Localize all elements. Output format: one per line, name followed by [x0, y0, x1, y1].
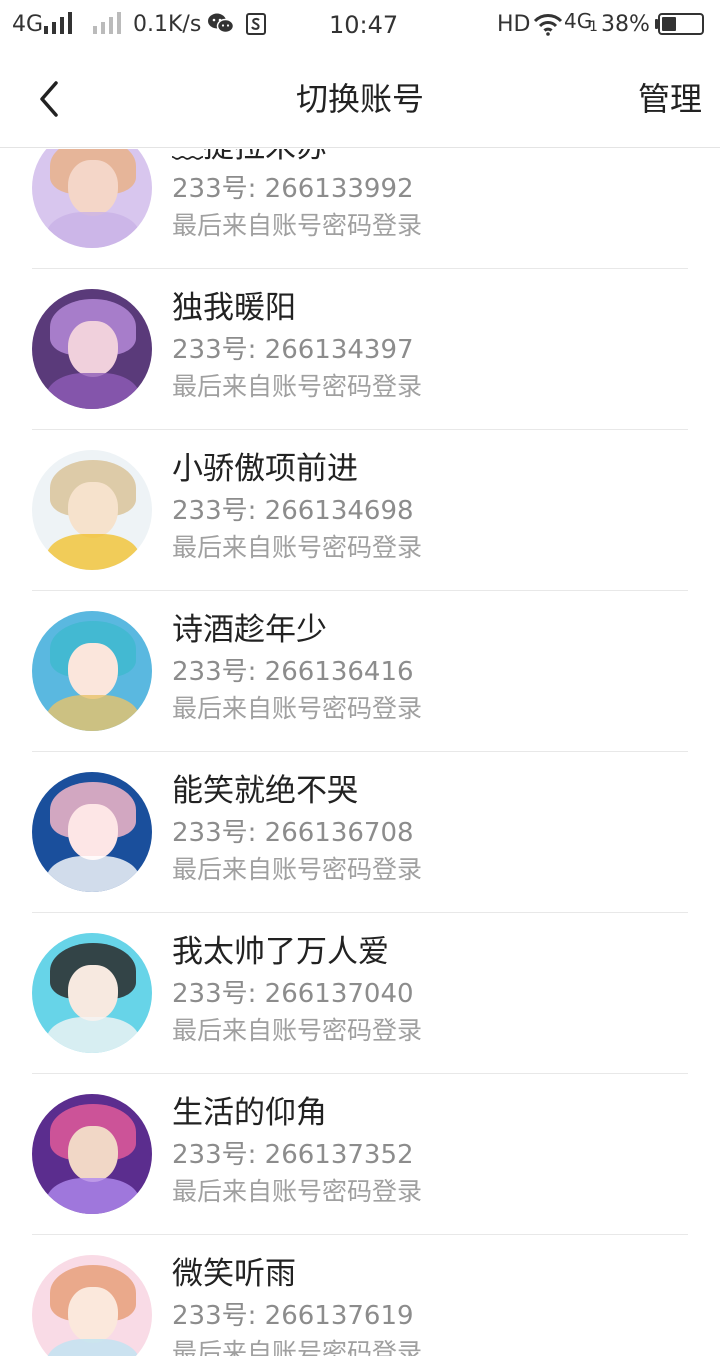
avatar-body	[46, 212, 140, 248]
page-title: 切换账号	[295, 80, 424, 118]
account-login-note: 最后来自账号密码登录	[172, 1016, 423, 1045]
status-bar: 4G 0.1K/s 10:47 HD 4G 1 38%	[0, 0, 720, 50]
account-id-value: 266137352	[264, 1140, 414, 1170]
avatar-face	[68, 1126, 118, 1182]
avatar	[32, 611, 152, 731]
account-id: 233号: 266137619	[172, 1298, 414, 1334]
account-name: 小骄傲项前进	[172, 451, 358, 487]
account-id-label: 233号:	[172, 657, 257, 687]
battery-level-fill	[662, 17, 677, 31]
account-id: 233号: 266134397	[172, 332, 414, 368]
account-login-note: 最后来自账号密码登录	[172, 211, 423, 240]
wifi-icon	[533, 12, 563, 36]
signal-icon	[44, 12, 74, 34]
account-item[interactable]: 微笑听雨 233号: 266137619 最后来自账号密码登录	[0, 1235, 720, 1356]
battery-percent: 38%	[601, 12, 650, 37]
account-id-value: 266136708	[264, 818, 414, 848]
account-item[interactable]: 小骄傲项前进 233号: 266134698 最后来自账号密码登录	[0, 430, 720, 591]
account-name: 我太帅了万人爱	[172, 934, 389, 970]
account-list-content: ﹏提拉米苏 233号: 266133992 最后来自账号密码登录 独我暖阳 23…	[0, 149, 720, 1356]
avatar-body	[46, 1017, 140, 1053]
signal-icon-dim	[93, 12, 123, 34]
network-speed: 0.1K/s	[133, 12, 202, 37]
manage-button[interactable]: 管理	[638, 50, 702, 148]
account-login-note: 最后来自账号密码登录	[172, 533, 423, 562]
account-name: 能笑就绝不哭	[172, 773, 358, 809]
account-item[interactable]: 生活的仰角 233号: 266137352 最后来自账号密码登录	[0, 1074, 720, 1235]
avatar-face	[68, 160, 118, 216]
avatar	[32, 450, 152, 570]
sim-index: 1	[589, 19, 598, 35]
account-item[interactable]: 独我暖阳 233号: 266134397 最后来自账号密码登录	[0, 269, 720, 430]
avatar	[32, 772, 152, 892]
account-item[interactable]: 我太帅了万人爱 233号: 266137040 最后来自账号密码登录	[0, 913, 720, 1074]
account-list[interactable]: ﹏提拉米苏 233号: 266133992 最后来自账号密码登录 独我暖阳 23…	[0, 149, 720, 1356]
account-id: 233号: 266137040	[172, 976, 414, 1012]
account-id: 233号: 266133992	[172, 171, 414, 207]
account-id-value: 266134397	[264, 335, 414, 365]
account-login-note: 最后来自账号密码登录	[172, 1177, 423, 1206]
account-name: ﹏提拉米苏	[172, 149, 327, 168]
account-id: 233号: 266137352	[172, 1137, 414, 1173]
account-id-value: 266137619	[264, 1301, 414, 1331]
avatar-body	[46, 373, 140, 409]
account-name: 诗酒趁年少	[172, 612, 327, 648]
account-id-label: 233号:	[172, 1140, 257, 1170]
avatar	[32, 933, 152, 1053]
clock: 10:47	[329, 11, 399, 39]
account-login-note: 最后来自账号密码登录	[172, 694, 423, 723]
account-item[interactable]: ﹏提拉米苏 233号: 266133992 最后来自账号密码登录	[0, 149, 720, 269]
avatar-face	[68, 643, 118, 699]
avatar	[32, 289, 152, 409]
chevron-left-icon	[40, 81, 58, 117]
account-id-label: 233号:	[172, 979, 257, 1009]
account-id-label: 233号:	[172, 335, 257, 365]
avatar-face	[68, 804, 118, 860]
account-id-label: 233号:	[172, 818, 257, 848]
nav-bar: 切换账号 管理	[0, 50, 720, 148]
account-name: 独我暖阳	[172, 290, 296, 326]
account-id-label: 233号:	[172, 174, 257, 204]
battery-icon	[658, 13, 704, 35]
avatar	[32, 1255, 152, 1356]
hd-indicator: HD	[497, 12, 531, 37]
avatar-body	[46, 534, 140, 570]
account-id: 233号: 266134698	[172, 493, 414, 529]
account-id-value: 266136416	[264, 657, 414, 687]
account-item[interactable]: 能笑就绝不哭 233号: 266136708 最后来自账号密码登录	[0, 752, 720, 913]
network-type: 4G	[12, 12, 44, 37]
account-name: 微笑听雨	[172, 1256, 296, 1292]
back-button[interactable]	[28, 72, 78, 126]
wechat-icon	[207, 12, 235, 36]
avatar-face	[68, 1287, 118, 1343]
avatar	[32, 149, 152, 248]
avatar-body	[46, 695, 140, 731]
avatar	[32, 1094, 152, 1214]
app-s-icon	[246, 13, 266, 35]
avatar-face	[68, 321, 118, 377]
account-login-note: 最后来自账号密码登录	[172, 1338, 423, 1356]
avatar-body	[46, 856, 140, 892]
account-id-value: 266134698	[264, 496, 414, 526]
account-item[interactable]: 诗酒趁年少 233号: 266136416 最后来自账号密码登录	[0, 591, 720, 752]
account-login-note: 最后来自账号密码登录	[172, 372, 423, 401]
avatar-body	[46, 1178, 140, 1214]
account-id: 233号: 266136708	[172, 815, 414, 851]
account-name: 生活的仰角	[172, 1095, 327, 1131]
account-id-value: 266137040	[264, 979, 414, 1009]
avatar-face	[68, 482, 118, 538]
avatar-face	[68, 965, 118, 1021]
account-id-value: 266133992	[264, 174, 414, 204]
avatar-body	[46, 1339, 140, 1356]
account-id-label: 233号:	[172, 1301, 257, 1331]
network-type-2: 4G	[564, 9, 593, 33]
account-id: 233号: 266136416	[172, 654, 414, 690]
account-login-note: 最后来自账号密码登录	[172, 855, 423, 884]
account-id-label: 233号:	[172, 496, 257, 526]
